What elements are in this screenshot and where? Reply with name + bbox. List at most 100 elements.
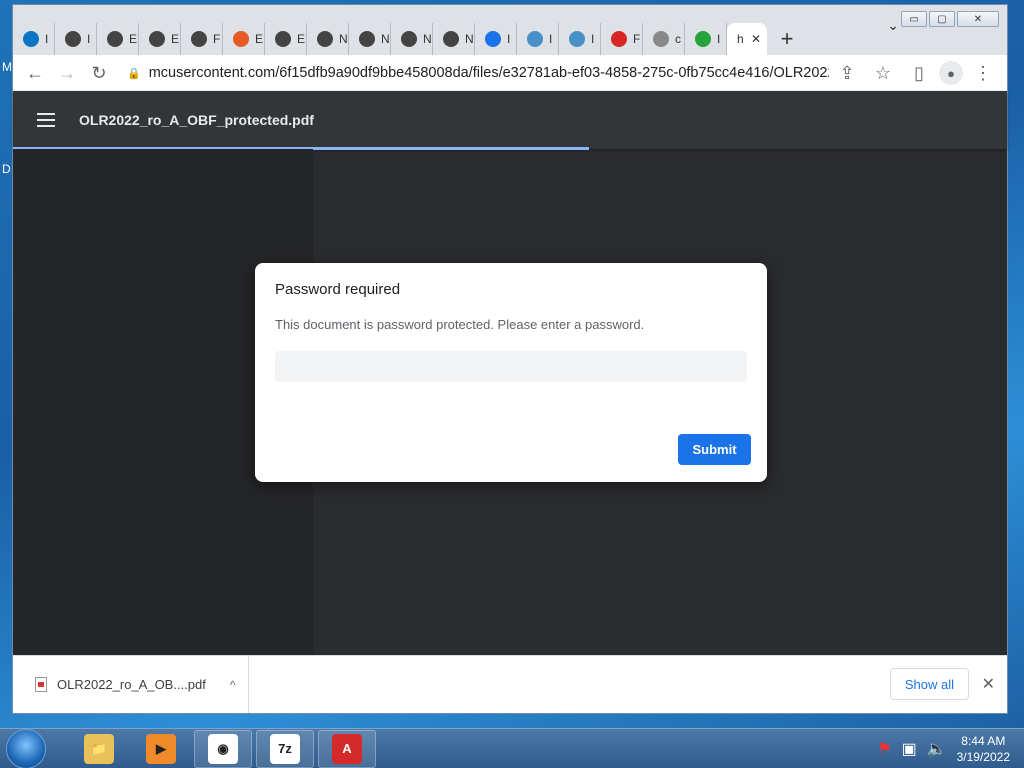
desktop-icon-label: M <box>2 60 12 74</box>
clock[interactable]: 8:44 AM 3/19/2022 <box>957 733 1010 765</box>
tab[interactable]: I <box>55 23 97 55</box>
clock-time: 8:44 AM <box>961 733 1006 748</box>
chrome-window: ▭ ▢ ✕ I I E E F E E N N N N I I I Fc Ih ✕ + ⌄ ← → ↻ 🔒 mcu… <box>12 4 1008 714</box>
tab-label: I <box>87 32 91 46</box>
back-icon[interactable]: ← <box>19 57 51 89</box>
dialog-title: Password required <box>275 281 401 298</box>
dialog-message: This document is password protected. Ple… <box>275 317 645 332</box>
share-icon[interactable]: ⇪ <box>831 57 863 89</box>
tab[interactable]: I <box>475 23 517 55</box>
clock-date: 3/19/2022 <box>956 749 1010 764</box>
tab-label: I <box>549 32 553 46</box>
tab[interactable]: E <box>97 23 139 55</box>
taskbar-app-explorer[interactable]: 📁 <box>70 730 128 768</box>
show-all-button[interactable]: Show all <box>889 668 969 700</box>
tab[interactable]: E <box>223 23 265 55</box>
submit-button[interactable]: Submit <box>678 434 751 465</box>
password-input[interactable] <box>275 351 747 382</box>
tab[interactable]: N <box>349 23 391 55</box>
download-item[interactable]: OLR2022_ro_A_OB....pdf ^ <box>13 656 249 713</box>
menu-hamburger-icon[interactable] <box>37 113 55 127</box>
taskbar-app-media-player[interactable]: ▶ <box>132 730 190 768</box>
taskbar-app-7zip[interactable]: 7z <box>256 729 314 768</box>
chrome-icon <box>359 31 375 47</box>
brain-icon <box>569 31 585 47</box>
lock-icon: 🔒 <box>127 67 141 80</box>
taskbar-app-chrome[interactable]: ◉ <box>194 729 252 768</box>
explorer-icon: 📁 <box>84 733 114 764</box>
tab[interactable]: N <box>391 23 433 55</box>
green-download-icon <box>695 31 711 47</box>
pdf-toolbar: OLR2022_ro_A_OBF_protected.pdf <box>13 91 1007 149</box>
profile-avatar-icon[interactable]: ● <box>939 61 963 85</box>
tab-close-icon[interactable]: ✕ <box>751 32 761 46</box>
tab[interactable]: F <box>601 23 643 55</box>
password-dialog: Password required This document is passw… <box>255 263 767 482</box>
system-tray: ⚑ ▣ 🔈 8:44 AM 3/19/2022 <box>877 733 1010 765</box>
side-panel-icon[interactable]: ▯ <box>903 57 935 89</box>
brain-icon <box>527 31 543 47</box>
tab-label: c <box>675 32 681 46</box>
tab[interactable]: N <box>307 23 349 55</box>
tab-label: N <box>423 32 432 46</box>
globe-icon <box>653 31 669 47</box>
dell-icon <box>23 31 39 47</box>
tab[interactable]: I <box>517 23 559 55</box>
globe-icon <box>191 31 207 47</box>
tab-label: I <box>591 32 595 46</box>
tab-strip: I I E E F E E N N N N I I I Fc Ih ✕ + <box>13 19 1007 55</box>
tab-label: F <box>633 32 641 46</box>
forward-icon[interactable]: → <box>51 57 83 89</box>
tab[interactable]: c <box>643 23 685 55</box>
toolbar-actions: ⇪ ☆ ▯ ● ⋮ <box>831 57 1007 89</box>
globe-icon <box>149 31 165 47</box>
taskbar-apps: 📁 ▶ ◉ 7z A <box>66 729 376 768</box>
tab-label: I <box>717 32 721 46</box>
reload-icon[interactable]: ↻ <box>83 57 115 89</box>
network-icon[interactable]: ▣ <box>902 739 917 759</box>
taskbar: 📁 ▶ ◉ 7z A ⚑ ▣ 🔈 8:44 AM 3/19/2022 <box>0 728 1024 768</box>
download-icon <box>485 31 501 47</box>
chrome-menu-icon[interactable]: ⋮ <box>967 57 999 89</box>
tab[interactable]: F <box>181 23 223 55</box>
chevron-up-icon[interactable]: ^ <box>230 678 236 692</box>
start-button[interactable] <box>6 728 46 768</box>
volume-icon[interactable]: 🔈 <box>927 739 947 759</box>
pdf-viewer: OLR2022_ro_A_OBF_protected.pdf Password … <box>13 91 1007 655</box>
tab-label: N <box>465 32 474 46</box>
tab-label: I <box>45 32 49 46</box>
tab[interactable]: I <box>13 23 55 55</box>
tab-active[interactable]: h ✕ <box>727 23 767 55</box>
chrome-icon: ◉ <box>208 733 238 764</box>
tab[interactable]: E <box>139 23 181 55</box>
question-icon <box>611 31 627 47</box>
url-text[interactable]: mcusercontent.com/6f15dfb9a90df9bbe45800… <box>149 65 829 81</box>
tab[interactable]: I <box>685 23 727 55</box>
globe-icon <box>275 31 291 47</box>
address-bar[interactable]: 🔒 mcusercontent.com/6f15dfb9a90df9bbe458… <box>115 58 831 88</box>
taskbar-app-pdf-app[interactable]: A <box>318 729 376 768</box>
pdf-title: OLR2022_ro_A_OBF_protected.pdf <box>79 112 314 128</box>
bookmark-star-icon[interactable]: ☆ <box>867 57 899 89</box>
tab-label: N <box>381 32 390 46</box>
tab-search-icon[interactable]: ⌄ <box>887 17 899 34</box>
bittorrent-icon <box>233 31 249 47</box>
tab-label: E <box>129 32 138 46</box>
globe-icon <box>401 31 417 47</box>
close-icon[interactable]: ✕ <box>982 674 995 694</box>
tab[interactable]: N <box>433 23 475 55</box>
tab-label: E <box>171 32 180 46</box>
tab[interactable]: E <box>265 23 307 55</box>
pdf-app-icon: A <box>332 733 362 764</box>
download-file-name: OLR2022_ro_A_OB....pdf <box>57 677 206 692</box>
desktop-icon-label: D <box>2 162 11 176</box>
toolbar: ← → ↻ 🔒 mcusercontent.com/6f15dfb9a90df9… <box>13 55 1007 91</box>
tab-label: F <box>213 32 221 46</box>
new-tab-button[interactable]: + <box>767 23 807 55</box>
tab-label: E <box>255 32 264 46</box>
action-center-flag-icon[interactable]: ⚑ <box>877 739 891 759</box>
tab-label: h <box>737 32 744 46</box>
7zip-icon: 7z <box>270 733 300 764</box>
globe-icon <box>107 31 123 47</box>
tab[interactable]: I <box>559 23 601 55</box>
